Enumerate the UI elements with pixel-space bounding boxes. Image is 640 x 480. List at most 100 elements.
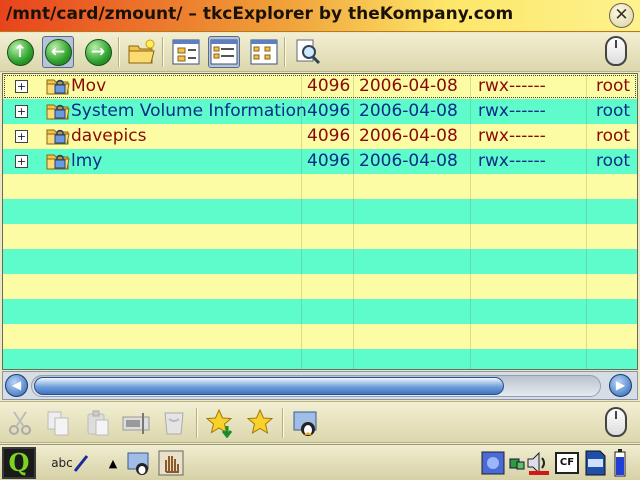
file-list[interactable]: + Mov 4096 2006-04-08 rwx------ root + System V… [2, 73, 638, 370]
file-name: lmy [71, 151, 103, 171]
expand-toggle[interactable]: + [15, 130, 28, 143]
file-owner: root [596, 126, 631, 146]
cf-card-icon: CF [555, 452, 579, 474]
battery-icon [614, 449, 626, 477]
file-owner: root [596, 151, 631, 171]
icon-view-button[interactable] [170, 36, 202, 68]
screen-icon-button[interactable] [480, 449, 506, 477]
file-date: 2006-04-08 [359, 101, 458, 121]
volume-button[interactable] [524, 449, 552, 477]
file-row[interactable]: + davepics 4096 2006-04-08 rwx------ root [3, 124, 637, 149]
copy-button[interactable] [42, 407, 74, 439]
find-button[interactable] [292, 36, 324, 68]
cf-card-button[interactable]: CF [554, 449, 580, 477]
back-icon: ← [44, 38, 72, 66]
list-view-button[interactable] [248, 36, 280, 68]
input-method-label: abc [51, 456, 73, 470]
forward-button[interactable]: → [82, 36, 114, 68]
bookmarks-icon [246, 408, 274, 435]
expand-toggle[interactable]: + [15, 155, 28, 168]
back-button[interactable]: ← [42, 36, 74, 68]
column-divider [470, 74, 471, 369]
file-date: 2006-04-08 [359, 151, 458, 171]
context-menu-button[interactable] [600, 35, 632, 67]
pen-icon [73, 455, 88, 472]
scrollbar-thumb[interactable] [34, 377, 504, 395]
scrollbar-track[interactable] [31, 375, 601, 397]
toolbar-separator [196, 408, 198, 438]
file-owner: root [596, 76, 631, 96]
start-menu-button[interactable]: Q [2, 447, 36, 479]
file-perms: rwx------ [478, 76, 546, 96]
cf-card-label: CF [559, 457, 575, 468]
locked-folder-icon [46, 154, 70, 170]
file-row[interactable]: + Mov 4096 2006-04-08 rwx------ root [3, 74, 637, 99]
add-bookmark-icon [205, 408, 233, 438]
network-button[interactable] [290, 407, 322, 439]
sd-card-button[interactable] [582, 449, 608, 477]
main-toolbar: ↑ ← → [0, 33, 640, 72]
sd-card-icon [585, 450, 606, 476]
delete-icon [164, 412, 184, 435]
add-bookmark-button[interactable] [204, 407, 236, 439]
empty-row[interactable] [3, 199, 637, 224]
empty-row[interactable] [3, 224, 637, 249]
file-name: davepics [71, 126, 147, 146]
empty-row[interactable] [3, 174, 637, 199]
scroll-left-button[interactable]: ◀ [5, 374, 28, 397]
network-icon [293, 411, 317, 436]
toolbar-separator [118, 37, 120, 67]
taskbar: Q abc ▲ CF [0, 444, 640, 480]
cut-button[interactable] [4, 407, 36, 439]
column-divider [353, 74, 354, 369]
window-title: /mnt/card/zmount/ – tkcExplorer by theKo… [6, 4, 514, 24]
title-bar: /mnt/card/zmount/ – tkcExplorer by theKo… [0, 0, 640, 32]
scroll-right-button[interactable]: ▶ [609, 374, 632, 397]
detail-view-icon [210, 39, 238, 65]
cut-icon [9, 411, 31, 435]
paste-button[interactable] [82, 407, 114, 439]
list-view-icon [250, 39, 278, 65]
column-divider [301, 74, 302, 369]
input-method-up-arrow[interactable]: ▲ [104, 449, 122, 477]
horizontal-scrollbar[interactable]: ◀ ▶ [2, 371, 638, 400]
mouse-icon [605, 407, 627, 437]
column-divider [586, 74, 587, 369]
file-row[interactable]: + System Volume Information 4096 2006-04-08… [3, 99, 637, 124]
rename-icon [122, 413, 150, 434]
speaker-icon [527, 451, 549, 475]
battery-button[interactable] [612, 449, 628, 477]
file-date: 2006-04-08 [359, 126, 458, 146]
hand-icon [158, 450, 184, 476]
bookmarks-button[interactable] [244, 407, 276, 439]
empty-row[interactable] [3, 299, 637, 324]
empty-row[interactable] [3, 324, 637, 349]
file-perms: rwx------ [478, 126, 546, 146]
empty-row[interactable] [3, 249, 637, 274]
expand-toggle[interactable]: + [15, 80, 28, 93]
toolbar-separator [162, 37, 164, 67]
detail-view-button[interactable] [208, 36, 240, 68]
file-owner: root [596, 101, 631, 121]
new-folder-button[interactable] [126, 36, 158, 68]
locked-folder-icon [46, 104, 70, 120]
toolbar-separator [284, 37, 286, 67]
edit-context-menu-button[interactable] [600, 406, 632, 438]
delete-button[interactable] [158, 407, 190, 439]
file-name: System Volume Information [71, 101, 307, 121]
expand-toggle[interactable]: + [15, 105, 28, 118]
close-button[interactable]: ✕ [609, 3, 634, 28]
forward-icon: → [84, 38, 112, 66]
file-size: 4096 [307, 101, 351, 121]
input-method-button[interactable]: abc [48, 449, 92, 477]
go-up-button[interactable]: ↑ [4, 36, 36, 68]
task-hand-button[interactable] [156, 449, 186, 477]
paste-icon [87, 410, 109, 436]
empty-row[interactable] [3, 349, 637, 369]
file-size: 4096 [307, 151, 351, 171]
task-explorer-button[interactable] [124, 449, 154, 477]
empty-row[interactable] [3, 274, 637, 299]
locked-folder-icon [46, 129, 70, 145]
file-row[interactable]: + lmy 4096 2006-04-08 rwx------ root [3, 149, 637, 174]
rename-button[interactable] [120, 407, 152, 439]
